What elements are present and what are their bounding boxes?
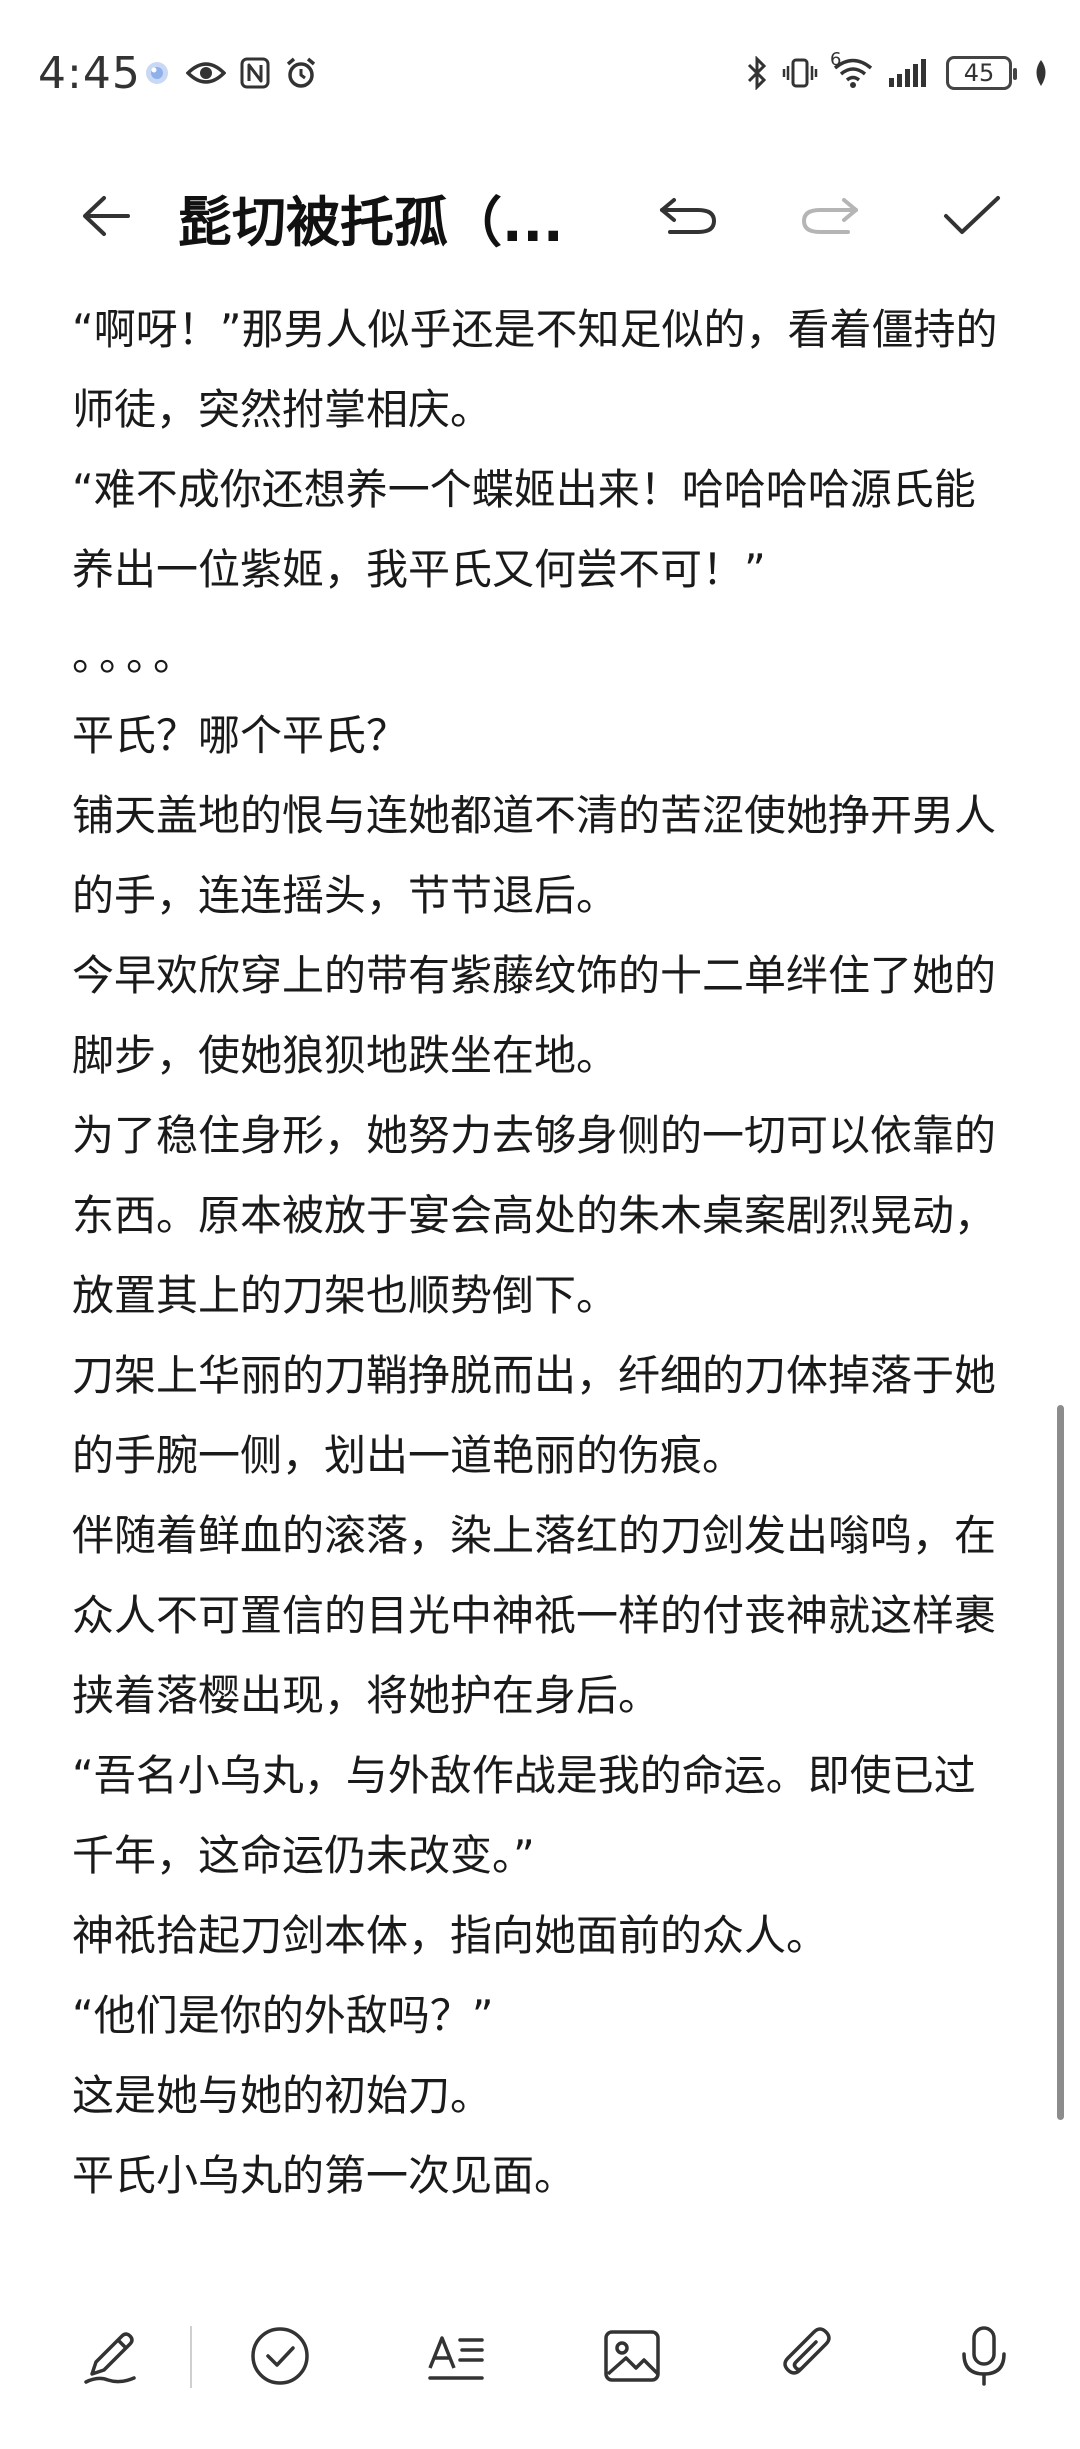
- note-body[interactable]: “啊呀！”那男人似乎还是不知足似的，看着僵持的师徒，突然拊掌相庆。 “难不成你还…: [72, 290, 1012, 2216]
- network-label: 6: [830, 49, 842, 70]
- undo-button[interactable]: [648, 180, 728, 252]
- insert-image-button[interactable]: [592, 2320, 672, 2392]
- redo-icon: [801, 198, 858, 234]
- scrollbar-thumb[interactable]: [1057, 1405, 1064, 2120]
- alarm-icon: [284, 56, 318, 90]
- back-button[interactable]: [66, 180, 146, 252]
- vibrate-icon: [782, 57, 818, 89]
- pen-icon: [84, 2332, 136, 2384]
- status-time: 4:45: [38, 48, 141, 99]
- bluetooth-icon: [746, 56, 768, 90]
- voice-input-button[interactable]: [944, 2320, 1024, 2392]
- checklist-button[interactable]: [240, 2320, 320, 2392]
- paragraph: 平氏小乌丸的第一次见面。: [72, 2151, 577, 2200]
- back-arrow-icon: [83, 196, 130, 236]
- paragraph: 这是她与她的初始刀。: [72, 2071, 493, 2120]
- status-bar: 4:45 6 45: [0, 0, 1080, 160]
- redo-button[interactable]: [790, 180, 870, 252]
- attachment-icon: [783, 2327, 831, 2375]
- battery-icon: 45: [946, 56, 1017, 90]
- paragraph: 为了稳住身形，她努力去够身侧的一切可以依靠的东西。原本被放于宴会高处的朱木桌案剧…: [72, 1111, 997, 1320]
- toolbar-divider: [190, 2326, 192, 2388]
- paragraph: 神祇拾起刀剑本体，指向她面前的众人。: [72, 1911, 829, 1960]
- ai-assistant-icon: [142, 58, 172, 88]
- undo-icon: [660, 198, 717, 234]
- paragraph: “难不成你还想养一个蝶姬出来！哈哈哈哈源氏能养出一位紫姬，我平氏又何尝不可！”: [72, 465, 976, 594]
- battery-level: 45: [963, 59, 995, 87]
- paragraph: 平氏？哪个平氏？: [72, 711, 409, 760]
- app-header: 髭切被托孤（...: [0, 160, 1080, 270]
- signal-icon: [888, 58, 932, 88]
- text-format-icon: [428, 2336, 484, 2380]
- image-icon: [604, 2330, 660, 2382]
- done-button[interactable]: [932, 180, 1012, 252]
- attachment-button[interactable]: [768, 2320, 848, 2392]
- status-right-icons: 6 45: [746, 49, 1050, 90]
- status-left-icons: [142, 56, 318, 90]
- text-format-button[interactable]: [416, 2320, 496, 2392]
- leaf-icon: [1032, 58, 1050, 88]
- paragraph: “啊呀！”那男人似乎还是不知足似的，看着僵持的师徒，突然拊掌相庆。: [72, 305, 998, 434]
- bottom-toolbar: [0, 2300, 1080, 2410]
- nfc-icon: [240, 57, 270, 89]
- handwriting-button[interactable]: [70, 2320, 150, 2392]
- paragraph: “吾名小乌丸，与外敌作战是我的命运。即使已过千年，这命运仍未改变。”: [72, 1751, 976, 1880]
- paragraph: 伴随着鲜血的滚落，染上落红的刀剑发出嗡鸣，在众人不可置信的目光中神祇一样的付丧神…: [72, 1511, 997, 1720]
- wifi-icon: 6: [830, 49, 874, 89]
- document-title: 髭切被托孤（...: [178, 191, 564, 254]
- microphone-icon: [962, 2326, 1006, 2386]
- paragraph: 今早欢欣穿上的带有紫藤纹饰的十二单绊住了她的脚步，使她狼狈地跌坐在地。: [72, 951, 997, 1080]
- eye-icon: [186, 58, 226, 88]
- checklist-icon: [251, 2327, 309, 2385]
- paragraph: 刀架上华丽的刀鞘挣脱而出，纤细的刀体掉落于她的手腕一侧，划出一道艳丽的伤痕。: [72, 1351, 997, 1480]
- paragraph: 铺天盖地的恨与连她都道不清的苦涩使她挣开男人的手，连连摇头，节节退后。: [72, 791, 997, 920]
- paragraph: 。。。。: [72, 631, 202, 680]
- check-icon: [944, 196, 1000, 234]
- paragraph: “他们是你的外敌吗？”: [72, 1991, 494, 2040]
